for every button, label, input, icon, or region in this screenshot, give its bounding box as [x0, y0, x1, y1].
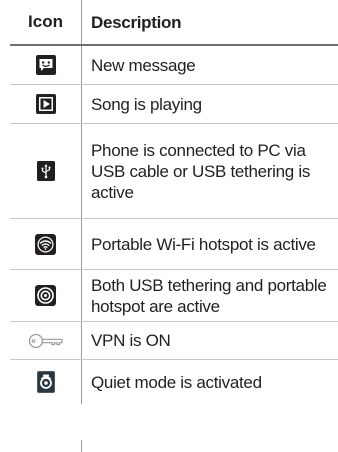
table-row: Song is playing	[10, 85, 338, 124]
table-row: VPN is ON	[10, 322, 338, 360]
column-divider-tail	[81, 440, 82, 452]
description-cell: Phone is connected to PC via USB cable o…	[91, 140, 311, 202]
wifi-hotspot-icon	[35, 233, 56, 255]
icon-cell	[10, 219, 82, 269]
icon-description-table: Icon Description New message Song is pla…	[10, 0, 338, 404]
usb-and-hotspot-icon	[35, 285, 56, 306]
icon-cell	[10, 124, 82, 218]
song-playing-icon	[35, 94, 56, 114]
icon-column-header: Icon	[10, 0, 82, 44]
description-cell: New message	[91, 55, 196, 75]
icon-cell	[10, 270, 82, 321]
table-header: Icon Description	[10, 0, 338, 46]
new-message-icon	[35, 55, 56, 75]
description-cell: Song is playing	[91, 94, 202, 114]
table-row: Phone is connected to PC via USB cable o…	[10, 124, 338, 219]
icon-cell	[10, 46, 82, 84]
description-cell: Quiet mode is activated	[91, 372, 262, 392]
vpn-key-icon	[28, 333, 64, 349]
table-row: Both USB tethering and portable hotspot …	[10, 270, 338, 322]
description-column-header: Description	[91, 12, 182, 32]
table-row: Quiet mode is activated	[10, 360, 338, 404]
icon-cell	[10, 360, 82, 404]
description-cell: VPN is ON	[91, 331, 171, 350]
quiet-mode-icon	[36, 371, 55, 393]
table-row: Portable Wi-Fi hotspot is active	[10, 219, 338, 270]
description-cell: Both USB tethering and portable hotspot …	[91, 275, 327, 316]
description-cell: Portable Wi-Fi hotspot is active	[91, 234, 316, 254]
icon-cell	[10, 85, 82, 123]
table-row: New message	[10, 46, 338, 85]
icon-cell	[10, 322, 82, 359]
usb-connected-icon	[36, 161, 55, 181]
